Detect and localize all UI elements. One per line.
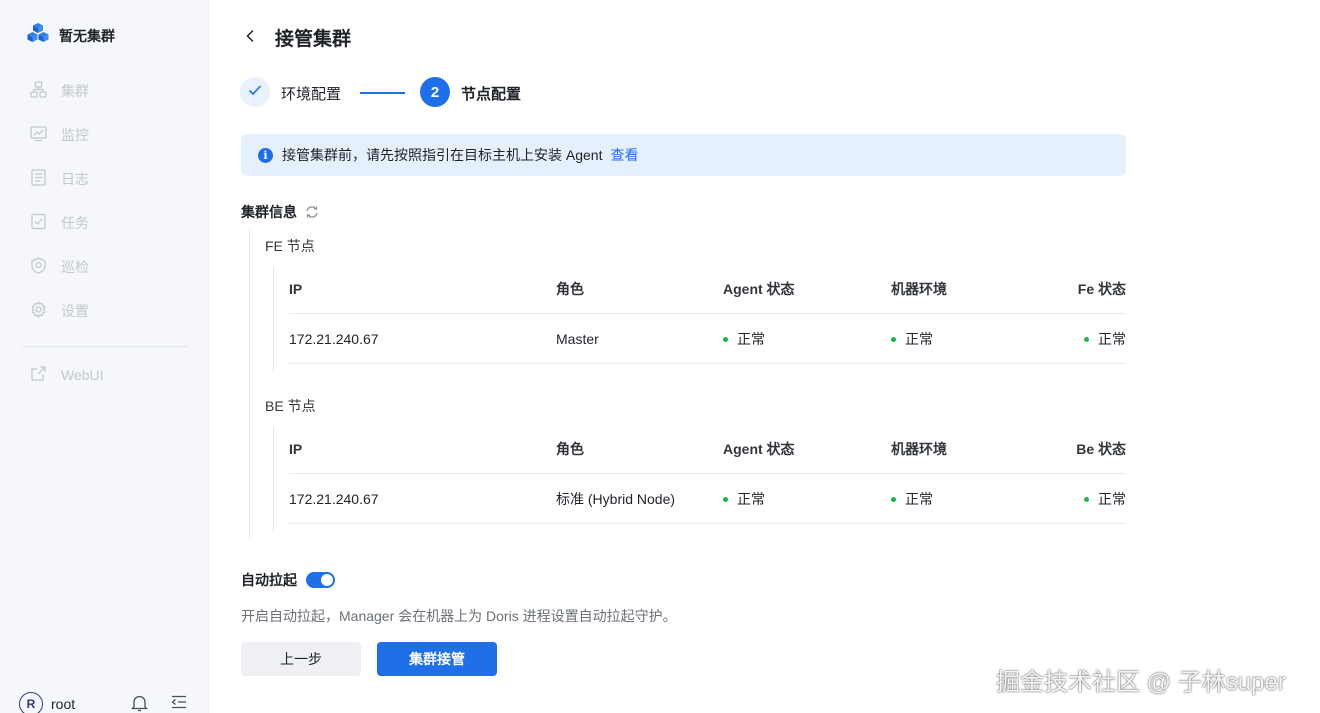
cluster-info-label: 集群信息 [241,204,297,220]
cell-be-status: 正常 [1084,474,1126,524]
table-row: 172.21.240.67 标准 (Hybrid Node) 正常 正常 正常 [289,474,1126,524]
brand-title: 暂无集群 [59,27,115,44]
bell-icon[interactable] [130,694,149,713]
monitor-icon [30,125,47,145]
steps: 环境配置 2 节点配置 [240,77,640,107]
watermark: 掘金技术社区 @ 子林super [996,669,1286,696]
status-text: 正常 [905,491,933,507]
step-number-circle: 2 [420,77,450,107]
status-dot [891,496,896,502]
col-header-be-state: Be 状态 [1076,441,1126,457]
status-dot [723,336,728,342]
cell-env-status: 正常 [891,314,933,364]
sidebar-item-label: WebUI [61,367,104,383]
table-header-row: IP 角色 Agent 状态 机器环境 Be 状态 [289,424,1126,474]
cell-env-status: 正常 [891,474,933,524]
col-header-agent: Agent 状态 [723,281,795,297]
sidebar-item-label: 监控 [61,127,89,143]
brand[interactable]: 暂无集群 [26,22,115,49]
sidebar-item-label: 设置 [61,303,89,319]
col-header-fe-state: Fe 状态 [1077,281,1126,297]
sidebar: 暂无集群 集群 监控 日志 任务 巡检 设置 WebUI R root [0,0,209,713]
auto-restart-description: 开启自动拉起，Manager 会在机器上为 Doris 进程设置自动拉起守护。 [241,608,677,624]
status-text: 正常 [1098,491,1126,507]
sidebar-item-label: 日志 [61,171,89,187]
table-header-row: IP 角色 Agent 状态 机器环境 Fe 状态 [289,264,1126,314]
toggle-knob [321,574,333,586]
col-header-ip: IP [289,441,303,457]
col-header-env: 机器环境 [891,441,947,457]
sidebar-item-monitor[interactable]: 监控 [30,125,89,145]
be-table-line [273,426,274,531]
cell-ip: 172.21.240.67 [289,491,379,507]
external-link-icon [30,365,47,385]
table-row: 172.21.240.67 Master 正常 正常 正常 [289,314,1126,364]
takeover-cluster-button[interactable]: 集群接管 [377,642,497,676]
step-label-node: 节点配置 [461,86,522,103]
status-dot [1084,336,1089,342]
status-text: 正常 [905,331,933,347]
auto-restart-toggle[interactable] [306,572,335,588]
col-header-agent: Agent 状态 [723,441,795,457]
back-arrow-icon[interactable] [243,28,259,44]
cell-fe-status: 正常 [1084,314,1126,364]
sidebar-item-inspect[interactable]: 巡检 [30,257,89,277]
col-header-ip: IP [289,281,303,297]
sidebar-item-task[interactable]: 任务 [30,213,89,233]
check-icon [247,82,263,103]
sidebar-item-webui[interactable]: WebUI [30,365,104,385]
task-icon [30,213,47,233]
be-table: IP 角色 Agent 状态 机器环境 Be 状态 172.21.240.67 … [289,424,1126,524]
sidebar-item-label: 集群 [61,83,89,99]
sidebar-divider [22,346,188,347]
log-icon [30,169,47,189]
tree-line [249,230,250,538]
status-dot [891,336,896,342]
refresh-icon[interactable] [305,205,319,219]
avatar[interactable]: R [19,692,43,713]
info-icon: i [258,147,273,163]
col-header-role: 角色 [556,281,584,297]
cubes-logo-icon [26,22,50,49]
menu-collapse-icon[interactable] [171,695,187,713]
cluster-icon [30,81,47,101]
alert-view-link[interactable]: 查看 [610,145,638,165]
step-label-env: 环境配置 [281,86,342,103]
prev-step-button[interactable]: 上一步 [241,642,361,676]
fe-table-line [273,266,274,371]
cell-role: 标准 (Hybrid Node) [556,491,676,507]
sidebar-item-cluster[interactable]: 集群 [30,81,89,101]
cell-role: Master [556,331,599,347]
sidebar-item-settings[interactable]: 设置 [30,300,89,321]
cell-agent-status: 正常 [723,474,765,524]
status-dot [1084,496,1089,502]
col-header-env: 机器环境 [891,281,947,297]
step-connector [360,92,405,94]
auto-restart-row: 自动拉起 [241,570,335,590]
status-text: 正常 [1098,331,1126,347]
sidebar-item-label: 巡检 [61,259,89,275]
cell-ip: 172.21.240.67 [289,331,379,347]
gear-icon [30,300,47,321]
sidebar-item-label: 任务 [61,215,89,231]
user-bar: R root [19,692,189,713]
inspect-icon [30,257,47,277]
cell-agent-status: 正常 [723,314,765,364]
fe-node-label: FE 节点 [265,238,315,254]
status-text: 正常 [737,491,765,507]
sidebar-item-log[interactable]: 日志 [30,169,89,189]
col-header-role: 角色 [556,441,584,457]
step-done-circle [240,77,270,107]
status-dot [723,496,728,502]
fe-table: IP 角色 Agent 状态 机器环境 Fe 状态 172.21.240.67 … [289,264,1126,364]
alert-text: 接管集群前，请先按照指引在目标主机上安装 Agent [282,147,603,163]
auto-restart-label: 自动拉起 [241,572,297,588]
cluster-info-title: 集群信息 [241,202,319,222]
be-node-label: BE 节点 [265,398,316,414]
info-alert: i 接管集群前，请先按照指引在目标主机上安装 Agent 查看 [241,134,1126,176]
username[interactable]: root [51,696,75,712]
status-text: 正常 [737,331,765,347]
page-title: 接管集群 [275,29,352,50]
